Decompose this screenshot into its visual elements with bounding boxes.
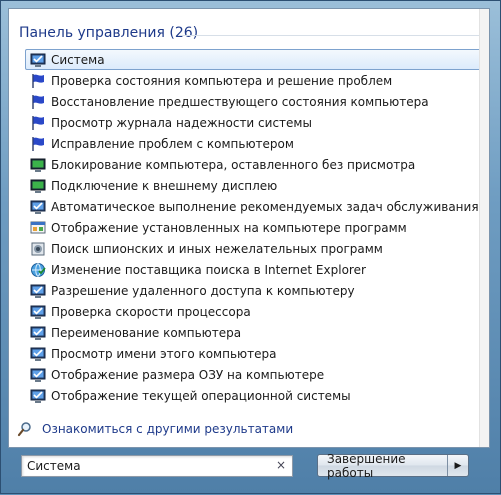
monitor-check-icon xyxy=(30,304,46,320)
result-item-label: Отображение размера ОЗУ на компьютере xyxy=(51,367,325,382)
result-item-label: Восстановление предшествующего состояния… xyxy=(51,94,429,109)
result-item[interactable]: Исправление проблем с компьютером xyxy=(25,133,485,154)
monitor-check-icon xyxy=(30,325,46,341)
result-item[interactable]: Отображение размера ОЗУ на компьютере xyxy=(25,364,485,385)
clear-search-icon[interactable]: × xyxy=(276,458,286,472)
internet-options-icon xyxy=(30,262,46,278)
result-list: Система Проверка состояния компьютера и р… xyxy=(25,49,485,406)
monitor-check-icon xyxy=(30,388,46,404)
magnifier-icon xyxy=(17,421,33,437)
section-title: Панель управления (26) xyxy=(19,25,199,41)
result-item-label: Проверка скорости процессора xyxy=(51,304,251,319)
result-item[interactable]: Проверка скорости процессора xyxy=(25,301,485,322)
result-item[interactable]: Просмотр имени этого компьютера xyxy=(25,343,485,364)
result-item-label: Исправление проблем с компьютером xyxy=(51,136,294,151)
result-item-label: Просмотр имени этого компьютера xyxy=(51,346,277,361)
result-item-label: Отображение установленных на компьютере … xyxy=(51,220,407,235)
result-item[interactable]: Поиск шпионских и иных нежелательных про… xyxy=(25,238,485,259)
programs-icon xyxy=(30,220,46,236)
result-item-label: Система xyxy=(51,52,105,67)
result-item[interactable]: Проверка состояния компьютера и решение … xyxy=(25,70,485,91)
result-item-label: Поиск шпионских и иных нежелательных про… xyxy=(51,241,383,256)
result-item[interactable]: Подключение к внешнему дисплею xyxy=(25,175,485,196)
monitor-check-icon xyxy=(30,367,46,383)
flag-icon xyxy=(30,136,46,152)
monitor-check-icon xyxy=(30,199,46,215)
search-input-value: Система xyxy=(27,459,81,473)
result-item-label: Разрешение удаленного доступа к компьюте… xyxy=(51,283,355,298)
result-item[interactable]: Переименование компьютера xyxy=(25,322,485,343)
more-results-link[interactable]: Ознакомиться с другими результатами xyxy=(17,421,293,437)
shutdown-options-arrow-icon[interactable]: ▶ xyxy=(447,455,468,476)
flag-icon xyxy=(30,94,46,110)
result-item[interactable]: Отображение установленных на компьютере … xyxy=(25,217,485,238)
result-item[interactable]: Автоматическое выполнение рекомендуемых … xyxy=(25,196,485,217)
result-item[interactable]: Восстановление предшествующего состояния… xyxy=(25,91,485,112)
result-item[interactable]: Просмотр журнала надежности системы xyxy=(25,112,485,133)
search-input[interactable]: Система × xyxy=(21,455,293,477)
result-item-label: Проверка состояния компьютера и решение … xyxy=(51,73,393,88)
scrollbar[interactable] xyxy=(479,9,489,447)
search-results-panel: Панель управления (26) Система Проверка с… xyxy=(8,8,490,448)
monitor-check-icon xyxy=(30,283,46,299)
result-item[interactable]: Система xyxy=(25,49,485,70)
title-divider xyxy=(179,35,479,36)
bottom-bar: Система × Завершение работы ▶ xyxy=(1,449,501,495)
result-item-label: Отображение текущей операционной системы xyxy=(51,388,351,403)
result-item-label: Изменение поставщика поиска в Internet E… xyxy=(51,262,366,277)
monitor-check-icon xyxy=(30,346,46,362)
monitor-icon xyxy=(30,178,46,194)
result-item[interactable]: Отображение текущей операционной системы xyxy=(25,385,485,406)
flag-icon xyxy=(30,115,46,131)
more-results-label: Ознакомиться с другими результатами xyxy=(42,422,294,436)
monitor-icon xyxy=(30,157,46,173)
start-menu: Панель управления (26) Система Проверка с… xyxy=(0,0,501,494)
shutdown-button[interactable]: Завершение работы ▶ xyxy=(317,451,469,480)
result-item[interactable]: Разрешение удаленного доступа к компьюте… xyxy=(25,280,485,301)
result-item-label: Подключение к внешнему дисплею xyxy=(51,178,278,193)
result-item-label: Переименование компьютера xyxy=(51,325,242,340)
defender-icon xyxy=(30,241,46,257)
result-item-label: Блокирование компьютера, оставленного бе… xyxy=(51,157,416,172)
shutdown-label: Завершение работы xyxy=(327,451,406,480)
result-item-label: Просмотр журнала надежности системы xyxy=(51,115,312,130)
result-item-label: Автоматическое выполнение рекомендуемых … xyxy=(51,199,479,214)
monitor-check-icon xyxy=(30,52,46,68)
flag-icon xyxy=(30,73,46,89)
result-item[interactable]: Блокирование компьютера, оставленного бе… xyxy=(25,154,485,175)
result-item[interactable]: Изменение поставщика поиска в Internet E… xyxy=(25,259,485,280)
